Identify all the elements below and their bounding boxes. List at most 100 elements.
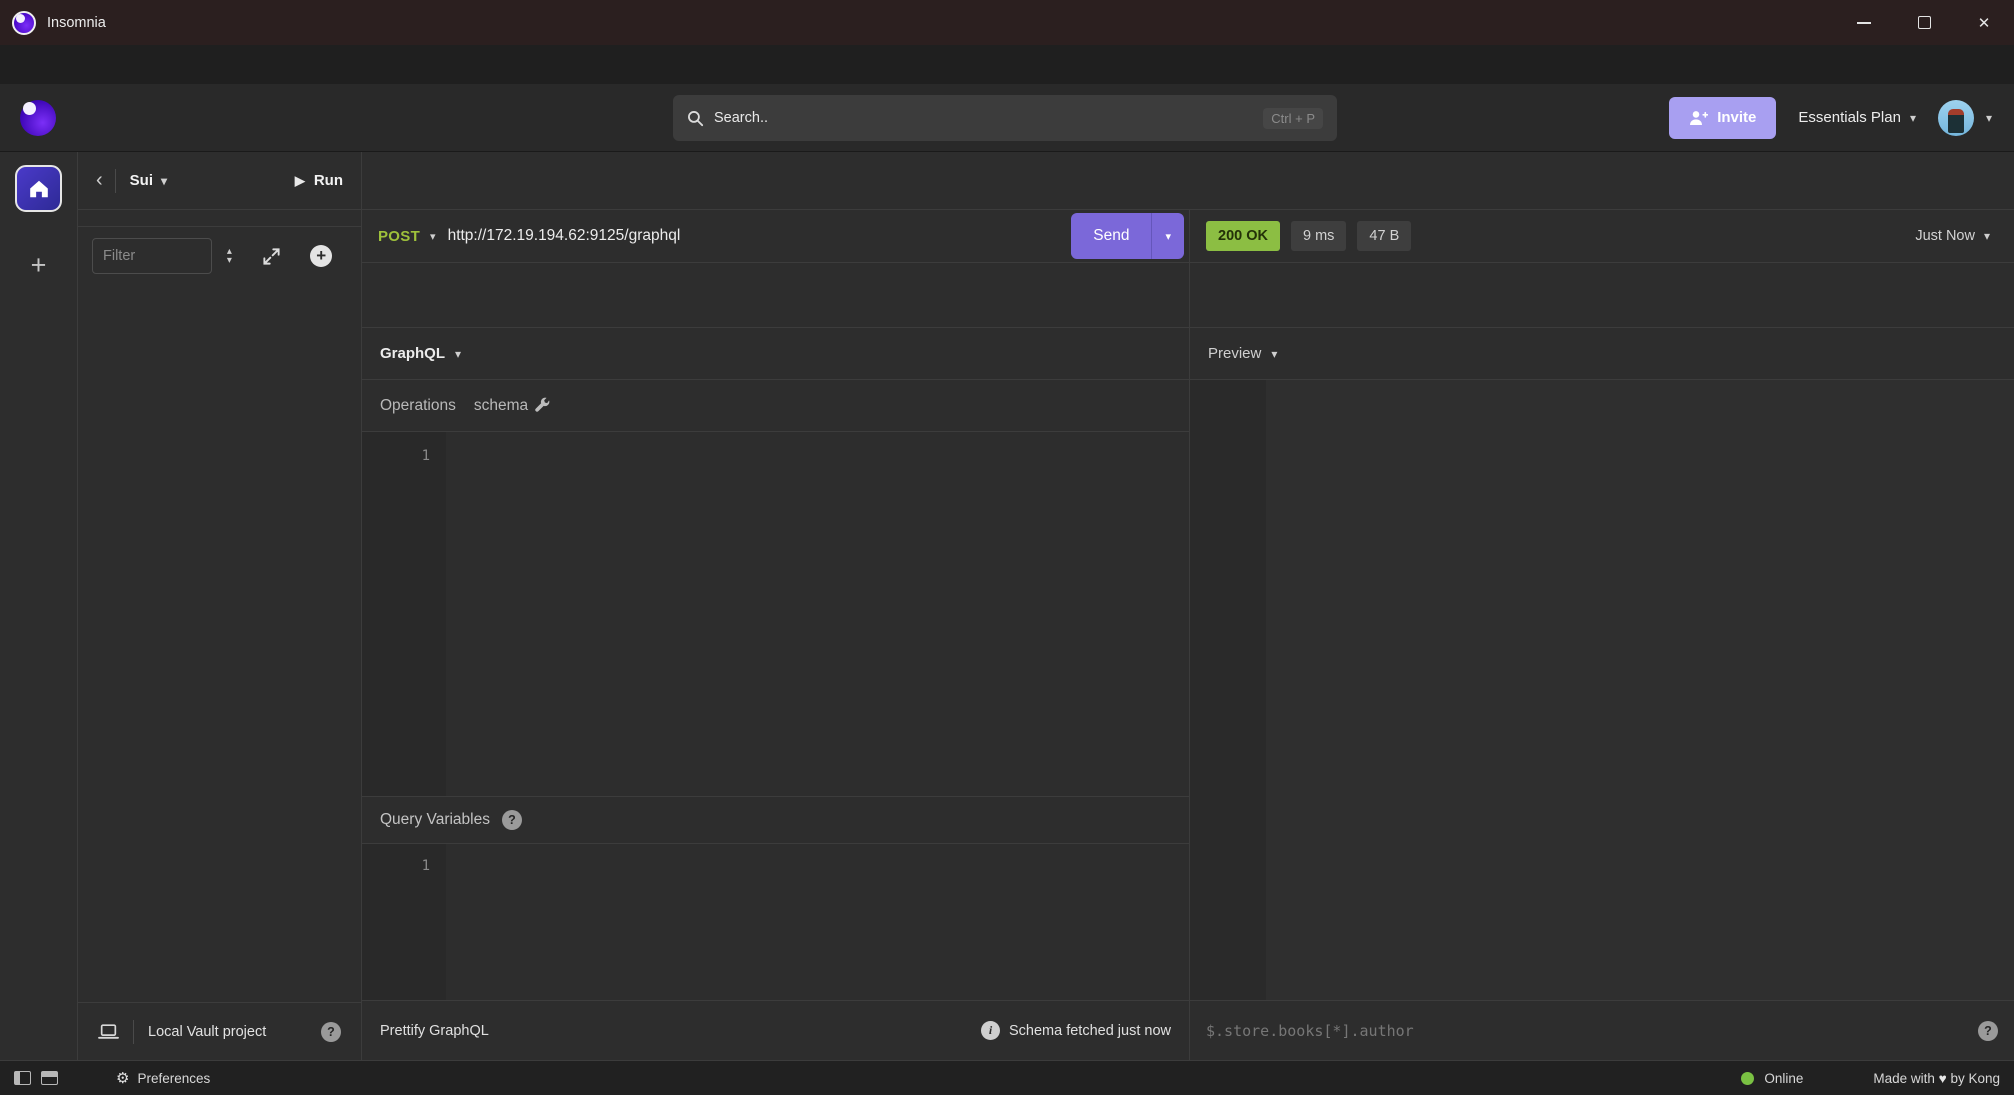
request-panel: POST ▾ http://172.19.194.62:9125/graphql… — [362, 210, 1190, 1060]
preferences-label: Preferences — [137, 1071, 210, 1086]
heart-icon: ♥ — [1939, 1071, 1947, 1086]
search-placeholder: Search.. — [714, 110, 768, 126]
play-icon: ▶ — [295, 173, 305, 189]
plan-selector[interactable]: Essentials Plan ▾ — [1798, 109, 1916, 126]
search-shortcut-hint: Ctrl + P — [1263, 108, 1323, 129]
preview-mode-row: Preview ▾ — [1190, 328, 2014, 380]
sort-icon[interactable]: ▴ ▾ — [227, 247, 232, 265]
invite-button[interactable]: Invite — [1669, 97, 1776, 139]
info-icon: i — [981, 1021, 1000, 1040]
workspace-dropdown[interactable]: Sui ▾ — [130, 172, 167, 189]
sidebar-filter-row: ▴ ▾ + — [78, 227, 361, 285]
avatar — [1938, 100, 1974, 136]
response-filter-row: ? — [1190, 1000, 2014, 1060]
operations-label: Operations — [380, 397, 456, 415]
toggle-sidebar-icon[interactable] — [14, 1071, 31, 1085]
prettify-button[interactable]: Prettify GraphQL — [380, 1023, 489, 1039]
toggle-panel-icon[interactable] — [41, 1071, 58, 1085]
left-rail: + — [0, 152, 78, 1060]
help-icon[interactable]: ? — [321, 1022, 341, 1042]
url-input[interactable]: http://172.19.194.62:9125/graphql — [448, 227, 681, 245]
credit-text: Made with ♥ by Kong — [1873, 1071, 2000, 1086]
status-badge: 200 OK — [1206, 221, 1280, 251]
help-icon[interactable]: ? — [502, 810, 522, 830]
chevron-down-icon: ▾ — [1910, 111, 1916, 125]
add-request-button[interactable]: + — [310, 245, 332, 267]
preview-mode-dropdown[interactable]: Preview — [1208, 345, 1261, 362]
user-plus-icon — [1689, 110, 1708, 126]
insomnia-logo-icon — [12, 11, 36, 35]
sidebar-header: ‹ Sui ▾ ▶ Run — [78, 152, 361, 210]
chevron-down-icon: ▾ — [1986, 111, 1992, 125]
chevron-down-icon: ▾ — [1165, 230, 1171, 243]
chevron-down-icon: ▾ — [161, 174, 167, 188]
minimize-button[interactable] — [1834, 0, 1894, 45]
schema-menu[interactable]: schema — [474, 397, 551, 415]
time-badge: 9 ms — [1291, 221, 1346, 251]
global-search[interactable]: Search.. Ctrl + P — [673, 95, 1337, 141]
title-bar: Insomnia ✕ — [0, 0, 2014, 45]
send-button[interactable]: Send — [1071, 213, 1151, 259]
window-controls: ✕ — [1834, 0, 2014, 45]
response-body-viewer[interactable] — [1190, 380, 2014, 1000]
size-badge: 47 B — [1357, 221, 1411, 251]
send-options-button[interactable]: ▾ — [1151, 213, 1184, 259]
sidebar: ‹ Sui ▾ ▶ Run ▴ ▾ + — [78, 152, 362, 1060]
insomnia-logo-icon[interactable] — [20, 100, 56, 136]
filter-input[interactable] — [92, 238, 212, 274]
variables-code-line — [446, 844, 1189, 1000]
response-status-row: 200 OK 9 ms 47 B Just Now ▾ — [1190, 210, 2014, 263]
chevron-down-icon[interactable]: ▾ — [1271, 347, 1277, 361]
chevron-down-icon[interactable]: ▾ — [430, 230, 436, 243]
maximize-icon — [1918, 16, 1931, 29]
account-menu[interactable]: ▾ — [1938, 100, 1992, 136]
query-variables-header: Query Variables ? — [362, 796, 1189, 844]
home-button[interactable] — [15, 165, 62, 212]
line-number-gutter: 1 — [362, 432, 446, 796]
menu-bar — [0, 45, 2014, 84]
request-tabs — [362, 263, 1189, 328]
divider — [115, 169, 116, 193]
gear-icon: ⚙ — [116, 1069, 129, 1087]
status-bar: ⚙ Preferences Online Made with ♥ by Kong — [0, 1060, 2014, 1095]
line-number-gutter — [1190, 380, 1266, 1000]
response-history-dropdown[interactable]: Just Now ▾ — [1915, 228, 1998, 244]
query-code-line — [446, 432, 1189, 796]
schema-status: i Schema fetched just now — [981, 1021, 1171, 1040]
query-variables-editor[interactable]: 1 — [362, 844, 1189, 1000]
window-title: Insomnia — [47, 15, 106, 31]
response-panel: 200 OK 9 ms 47 B Just Now ▾ Preview ▾ — [1190, 210, 2014, 1060]
graphql-query-editor[interactable]: 1 — [362, 432, 1189, 796]
expand-icon[interactable] — [262, 247, 281, 266]
response-tabs — [1190, 263, 2014, 328]
close-icon: ✕ — [1978, 14, 1991, 32]
app-toolbar: Search.. Ctrl + P Invite Essentials Plan… — [0, 84, 2014, 152]
add-workspace-button[interactable]: + — [31, 250, 47, 281]
back-chevron-icon[interactable]: ‹ — [96, 169, 103, 192]
plan-label: Essentials Plan — [1798, 109, 1901, 126]
search-icon — [687, 110, 704, 127]
url-bar: POST ▾ http://172.19.194.62:9125/graphql… — [362, 210, 1189, 263]
body-type-dropdown[interactable]: GraphQL — [380, 345, 445, 362]
maximize-button[interactable] — [1894, 0, 1954, 45]
minimize-icon — [1857, 22, 1871, 24]
help-icon[interactable]: ? — [1978, 1021, 1998, 1041]
chevron-down-icon[interactable]: ▾ — [455, 347, 461, 361]
laptop-icon — [98, 1024, 119, 1040]
query-variables-label: Query Variables — [380, 811, 490, 829]
body-type-row: GraphQL ▾ — [362, 328, 1189, 380]
close-button[interactable]: ✕ — [1954, 0, 2014, 45]
preferences-button[interactable]: ⚙ Preferences — [116, 1069, 210, 1087]
online-label[interactable]: Online — [1764, 1071, 1803, 1086]
json-path-filter-input[interactable] — [1206, 1022, 1966, 1040]
home-icon — [28, 179, 50, 199]
timestamp-label: Just Now — [1915, 228, 1975, 244]
workspace-name: Sui — [130, 172, 153, 189]
project-selector[interactable]: Local Vault project ? — [78, 1002, 361, 1060]
run-button[interactable]: ▶ Run — [295, 172, 343, 189]
line-number-gutter: 1 — [362, 844, 446, 1000]
method-label[interactable]: POST — [378, 228, 420, 245]
run-label: Run — [314, 172, 343, 189]
invite-label: Invite — [1717, 109, 1756, 126]
schema-status-text: Schema fetched just now — [1009, 1023, 1171, 1039]
